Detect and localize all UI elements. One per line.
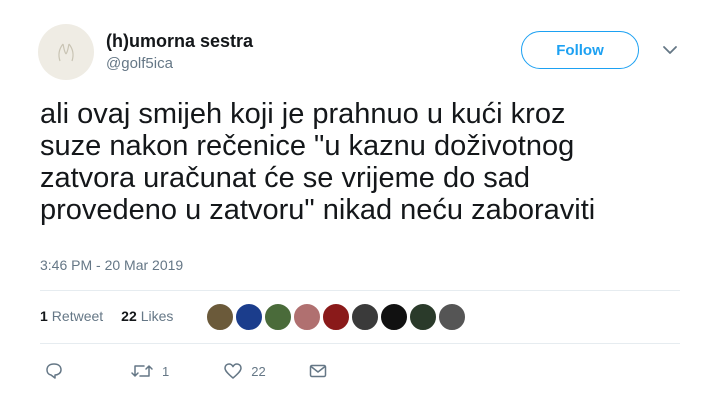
retweet-label[interactable]: Retweet	[52, 308, 103, 324]
retweet-button[interactable]: 1	[130, 361, 169, 381]
author-avatar[interactable]	[38, 24, 94, 80]
author-name[interactable]: (h)umorna sestra	[106, 31, 253, 52]
divider	[40, 343, 680, 344]
hands-logo-icon	[58, 43, 74, 62]
liker-avatar[interactable]	[264, 303, 292, 331]
action-bar: 1 22	[44, 361, 328, 381]
divider	[40, 290, 680, 291]
retweet-action-count: 1	[162, 363, 170, 379]
reply-icon	[46, 363, 62, 379]
like-label[interactable]: Likes	[141, 308, 174, 324]
liker-avatar[interactable]	[380, 303, 408, 331]
liker-avatar[interactable]	[206, 303, 234, 331]
liker-avatar[interactable]	[235, 303, 263, 331]
retweet-icon	[131, 365, 153, 377]
heart-icon	[224, 363, 242, 379]
tweet-line: suze nakon rečenice "u kaznu doživotnog	[40, 130, 575, 162]
tweet-line: zatvora uračunat će se vrijeme do sad	[40, 162, 531, 194]
liker-avatar[interactable]	[293, 303, 321, 331]
liker-avatar[interactable]	[351, 303, 379, 331]
retweet-count[interactable]: 1	[40, 308, 48, 324]
reply-button[interactable]	[44, 361, 64, 381]
tweet-text: ali ovaj smijeh koji je prahnuo u kući k…	[40, 98, 680, 226]
like-count[interactable]: 22	[121, 308, 137, 324]
tweet-line: provedeno u zatvoru" nikad neću zaboravi…	[40, 194, 596, 226]
author-handle[interactable]: @golf5ica	[106, 55, 173, 72]
chevron-down-icon[interactable]	[660, 42, 680, 58]
tweet-line: ali ovaj smijeh koji je prahnuo u kući k…	[40, 98, 566, 130]
liker-avatars	[206, 303, 467, 331]
follow-button[interactable]: Follow	[521, 31, 639, 69]
liker-avatar[interactable]	[438, 303, 466, 331]
like-button[interactable]: 22	[223, 361, 266, 381]
liker-avatar[interactable]	[409, 303, 437, 331]
tweet-timestamp[interactable]: 3:46 PM - 20 Mar 2019	[40, 257, 183, 273]
liker-avatar[interactable]	[322, 303, 350, 331]
engagement-stats: 1 Retweet 22 Likes	[40, 308, 173, 324]
envelope-icon	[309, 364, 326, 378]
direct-message-button[interactable]	[308, 361, 328, 381]
like-action-count: 22	[251, 363, 266, 379]
